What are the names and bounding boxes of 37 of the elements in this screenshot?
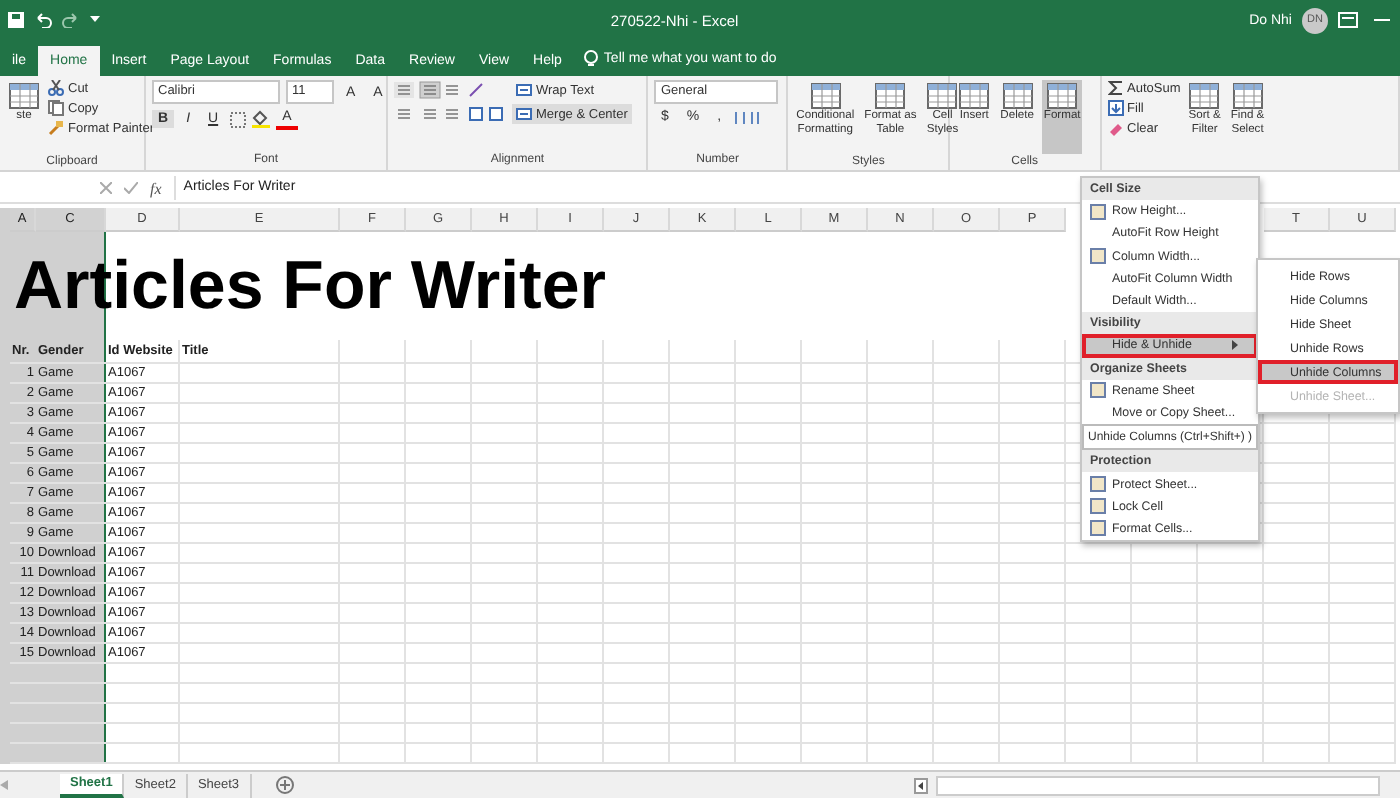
horizontal-scrollbar[interactable] [936,775,1380,795]
ribbon-display-icon[interactable] [1338,12,1358,28]
cell-icon [1090,203,1106,220]
fill-color-icon[interactable] [252,110,271,128]
add-sheet-icon[interactable] [275,776,294,794]
undo-icon[interactable] [34,12,52,28]
lightbulb-icon [583,50,598,68]
cell-icon [1090,248,1106,265]
eraser-icon [1107,120,1124,136]
sigma-icon [1107,80,1124,96]
table-icon [874,82,907,110]
cell-icon [1090,476,1106,493]
cancel-icon[interactable] [100,182,112,194]
enter-icon[interactable] [124,182,138,194]
table-icon [1001,82,1034,110]
cell-icon [1090,382,1106,399]
cell-icon [1090,498,1106,515]
scroll-arrow-icon[interactable] [914,777,928,793]
table-icon [926,82,959,110]
save-icon[interactable] [8,12,24,28]
caret-icon[interactable] [90,16,100,24]
cell-icon [1090,520,1106,537]
scissors-icon [48,80,64,96]
fill-down-icon [1107,100,1124,116]
table-icon [1231,82,1264,110]
table-icon [958,82,991,110]
submenu-arrow-icon [1232,340,1238,351]
insert-function-button[interactable]: fx [150,179,162,197]
brush-icon [48,120,64,136]
table-icon [8,82,40,110]
scroll-left-icon[interactable] [0,780,8,790]
table-icon [1046,82,1079,110]
redo-icon[interactable] [62,12,80,28]
borders-icon[interactable] [230,111,247,127]
table-icon [1188,82,1221,110]
copy-icon [48,100,64,116]
table-icon [809,82,842,110]
